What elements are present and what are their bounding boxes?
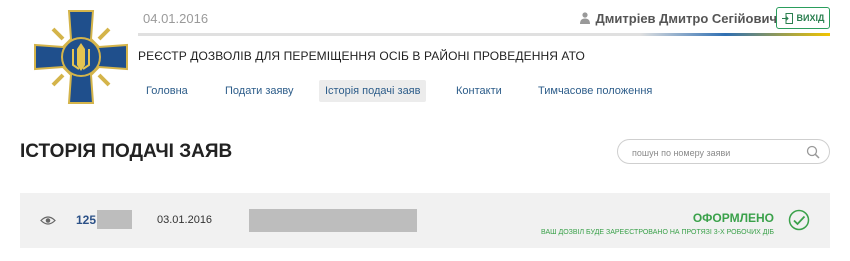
table-row[interactable]: 125 03.01.2016 ОФОРМЛЕНО ВАШ ДОЗВІЛ БУДЕ… [20, 193, 830, 248]
nav-item-contacts[interactable]: Контакти [456, 80, 502, 102]
search-icon[interactable] [806, 145, 820, 159]
site-title: РЕЄСТР ДОЗВОЛІВ ДЛЯ ПЕРЕМІЩЕННЯ ОСІБ В Р… [138, 49, 585, 63]
request-date: 03.01.2016 [157, 214, 213, 226]
nav-item-history[interactable]: Історія подачі заяв [319, 80, 427, 102]
logout-button[interactable]: ВИХІД [776, 7, 830, 29]
header-divider-accent [640, 33, 830, 36]
eye-icon[interactable] [40, 215, 56, 226]
redacted-name [249, 209, 417, 232]
redacted-number [97, 210, 132, 229]
request-number[interactable]: 125 [76, 213, 96, 227]
logout-icon [781, 12, 793, 24]
nav-item-home[interactable]: Головна [146, 80, 188, 102]
status-note: ВАШ ДОЗВІЛ БУДЕ ЗАРЕЄСТРОВАНО НА ПРОТЯЗІ… [541, 229, 774, 236]
search-input[interactable] [630, 144, 804, 162]
search-box [617, 139, 830, 164]
emblem-logo [34, 10, 128, 104]
current-date: 04.01.2016 [143, 11, 209, 26]
page-title: ІСТОРІЯ ПОДАЧІ ЗАЯВ [20, 141, 233, 162]
nav-item-temporary-regulation[interactable]: Тимчасове положення [538, 80, 652, 102]
user-name-label: Дмитріев Дмитро Сегійович [595, 11, 777, 26]
nav-item-submit-application[interactable]: Подати заяву [225, 80, 294, 102]
check-circle-icon [788, 209, 810, 231]
user-icon [579, 12, 590, 24]
status-label: ОФОРМЛЕНО [692, 211, 774, 225]
logout-label: ВИХІД [796, 13, 825, 23]
user-name: Дмитріев Дмитро Сегійович [579, 11, 777, 26]
